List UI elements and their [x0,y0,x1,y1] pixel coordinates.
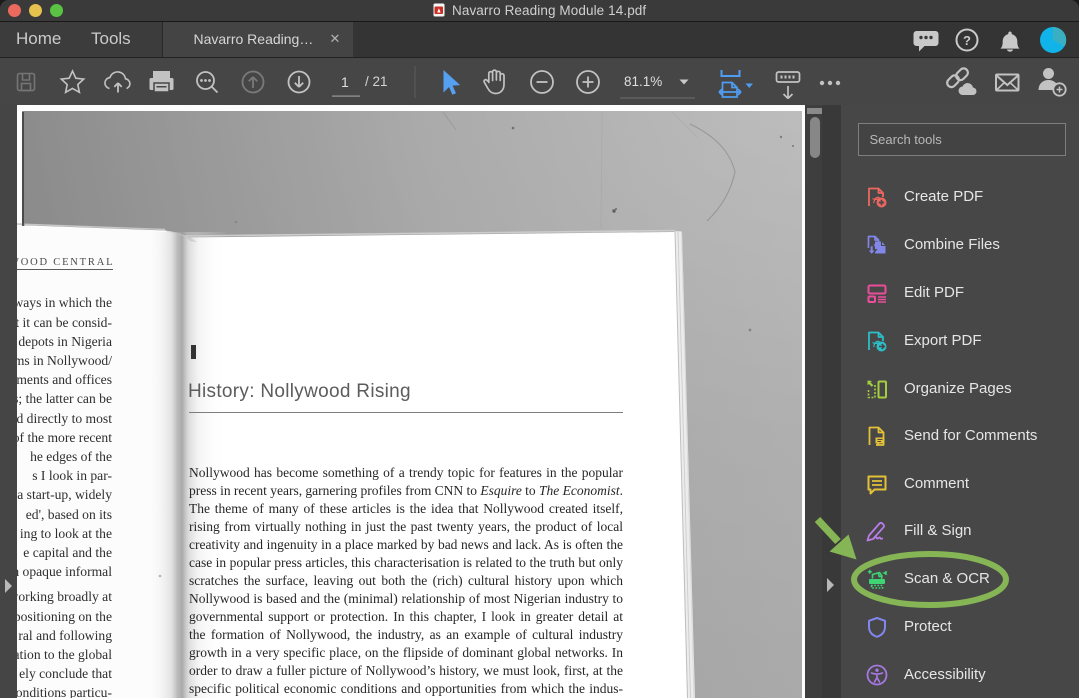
svg-text:?: ? [963,33,971,48]
